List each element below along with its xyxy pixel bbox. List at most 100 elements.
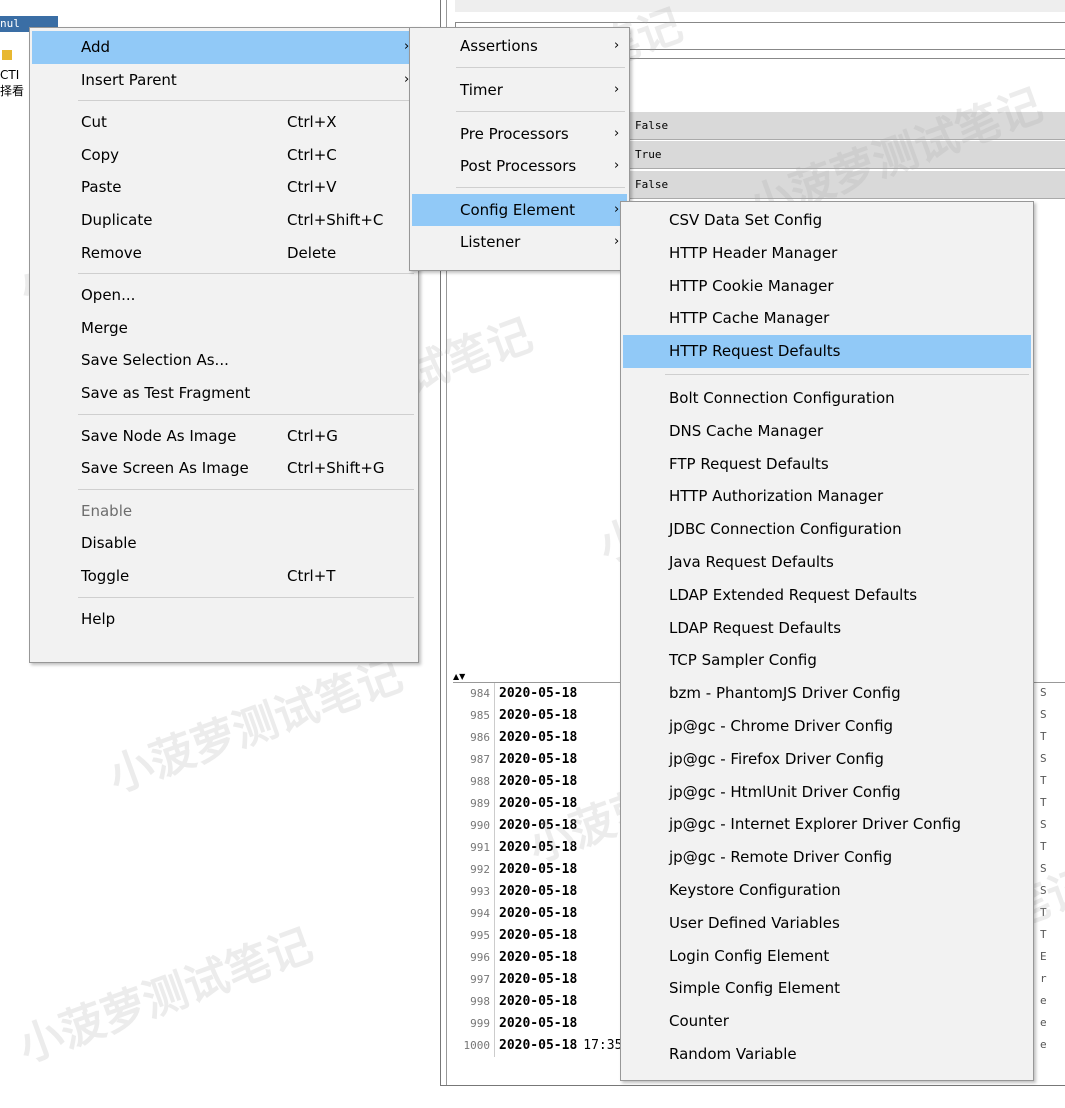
menu-item-label: Pre Processors [460, 125, 569, 143]
menu-item-tcp-sampler-config[interactable]: TCP Sampler Config [623, 644, 1031, 677]
menu-item-timer[interactable]: Timer › [412, 74, 627, 106]
menu-item-ldap-request-defaults[interactable]: LDAP Request Defaults [623, 612, 1031, 645]
menu-separator [78, 488, 414, 490]
menu-item-config-element[interactable]: Config Element › [412, 194, 627, 226]
menu-item-simple-config-element[interactable]: Simple Config Element [623, 972, 1031, 1005]
log-line-number: 996 [453, 947, 495, 969]
menu-item-pre-processors[interactable]: Pre Processors › [412, 118, 627, 150]
menu-item-bolt-connection-configuration[interactable]: Bolt Connection Configuration [623, 382, 1031, 415]
menu-item-jp-gc-internet-explorer-driver-config[interactable]: jp@gc - Internet Explorer Driver Config [623, 808, 1031, 841]
log-line-date: 2020-05-18 [499, 906, 578, 921]
log-overflow-char: S [1040, 708, 1047, 721]
menu-item-label: Toggle [81, 567, 130, 585]
tree-node-label[interactable]: 择看 [0, 84, 30, 98]
menu-item-merge[interactable]: Merge [32, 312, 416, 345]
menu-item-http-request-defaults[interactable]: HTTP Request Defaults [623, 335, 1031, 368]
chevron-right-icon: › [614, 234, 620, 249]
menu-item-save-selection-as[interactable]: Save Selection As... [32, 344, 416, 377]
menu-item-duplicate[interactable]: Duplicate Ctrl+Shift+C [32, 204, 416, 237]
menu-item-java-request-defaults[interactable]: Java Request Defaults [623, 546, 1031, 579]
log-overflow-column: SSTSTTSTSSTTEreee [1040, 682, 1065, 1082]
menu-item-label: HTTP Cookie Manager [669, 276, 834, 295]
log-line-number: 994 [453, 903, 495, 925]
menu-item-jp-gc-firefox-driver-config[interactable]: jp@gc - Firefox Driver Config [623, 743, 1031, 776]
menu-item-label: Help [81, 609, 116, 628]
log-overflow-char: T [1040, 840, 1047, 853]
menu-item-label: HTTP Header Manager [669, 243, 838, 262]
tree-node-label[interactable]: CTI [0, 68, 30, 82]
menu-item-enable[interactable]: Enable [32, 495, 416, 528]
menu-item-label: Merge [81, 318, 128, 337]
chevron-right-icon: › [614, 202, 620, 217]
menu-item-listener[interactable]: Listener › [412, 226, 627, 258]
menu-item-shortcut: Ctrl+T [287, 567, 336, 585]
menu-item-cut[interactable]: Cut Ctrl+X [32, 106, 416, 139]
menu-item-http-header-manager[interactable]: HTTP Header Manager [623, 237, 1031, 270]
menu-item-add[interactable]: Add › [32, 31, 416, 64]
log-overflow-char: S [1040, 686, 1047, 699]
log-line-number: 993 [453, 881, 495, 903]
menu-item-jdbc-connection-configuration[interactable]: JDBC Connection Configuration [623, 513, 1031, 546]
log-line-number: 1000 [453, 1035, 495, 1057]
menu-item-paste[interactable]: Paste Ctrl+V [32, 171, 416, 204]
log-overflow-char: S [1040, 862, 1047, 875]
menu-item-login-config-element[interactable]: Login Config Element [623, 940, 1031, 973]
log-overflow-char: T [1040, 906, 1047, 919]
menu-item-csv-data-set-config[interactable]: CSV Data Set Config [623, 204, 1031, 237]
menu-item-toggle[interactable]: Toggle Ctrl+T [32, 560, 416, 593]
menu-item-save-screen-as-image[interactable]: Save Screen As Image Ctrl+Shift+G [32, 452, 416, 485]
menu-item-copy[interactable]: Copy Ctrl+C [32, 139, 416, 172]
menu-item-jp-gc-chrome-driver-config[interactable]: jp@gc - Chrome Driver Config [623, 710, 1031, 743]
menu-item-open[interactable]: Open... [32, 279, 416, 312]
menu-item-shortcut: Ctrl+Shift+G [287, 459, 385, 478]
menu-item-save-node-as-image[interactable]: Save Node As Image Ctrl+G [32, 420, 416, 453]
menu-item-jp-gc-htmlunit-driver-config[interactable]: jp@gc - HtmlUnit Driver Config [623, 776, 1031, 809]
menu-item-label: Add [81, 38, 111, 56]
menu-item-label: DNS Cache Manager [669, 421, 824, 440]
collapse-arrows-icon[interactable]: ▲▼ [453, 673, 465, 681]
log-line-number: 992 [453, 859, 495, 881]
menu-item-remove[interactable]: Remove Delete [32, 237, 416, 270]
menu-item-save-as-test-fragment[interactable]: Save as Test Fragment [32, 377, 416, 410]
menu-item-disable[interactable]: Disable [32, 527, 416, 560]
menu-item-label: jp@gc - Chrome Driver Config [669, 717, 894, 735]
menu-separator [78, 273, 414, 275]
menu-item-random-variable[interactable]: Random Variable [623, 1038, 1031, 1071]
menu-item-help[interactable]: Help [32, 603, 416, 636]
menu-item-counter[interactable]: Counter [623, 1005, 1031, 1038]
menu-item-label: Duplicate [81, 211, 153, 229]
menu-item-shortcut: Ctrl+V [287, 178, 337, 197]
menu-item-jp-gc-remote-driver-config[interactable]: jp@gc - Remote Driver Config [623, 841, 1031, 874]
table-row[interactable]: False [629, 112, 1065, 140]
menu-item-user-defined-variables[interactable]: User Defined Variables [623, 907, 1031, 940]
menu-item-label: FTP Request Defaults [669, 454, 829, 473]
menu-item-bzm-phantomjs-driver-config[interactable]: bzm - PhantomJS Driver Config [623, 677, 1031, 710]
menu-item-label: Open... [81, 286, 136, 305]
menu-item-assertions[interactable]: Assertions › [412, 30, 627, 62]
menu-item-shortcut: Ctrl+G [287, 426, 338, 445]
log-line-date: 2020-05-18 [499, 708, 578, 723]
menu-item-ldap-extended-request-defaults[interactable]: LDAP Extended Request Defaults [623, 579, 1031, 612]
table-row[interactable]: False [629, 171, 1065, 199]
log-line-number: 998 [453, 991, 495, 1013]
menu-item-label: Assertions [460, 37, 538, 55]
menu-item-keystore-configuration[interactable]: Keystore Configuration [623, 874, 1031, 907]
log-overflow-char: S [1040, 818, 1047, 831]
menu-item-insert-parent[interactable]: Insert Parent › [32, 64, 416, 97]
menu-item-label: Save Screen As Image [81, 459, 249, 478]
log-line-date: 2020-05-18 [499, 928, 578, 943]
menu-item-label: Insert Parent [81, 70, 177, 89]
log-line-number: 988 [453, 771, 495, 793]
menu-item-http-cache-manager[interactable]: HTTP Cache Manager [623, 302, 1031, 335]
menu-item-label: Save Node As Image [81, 426, 237, 445]
log-line-date: 2020-05-18 [499, 862, 578, 877]
log-line-number: 995 [453, 925, 495, 947]
menu-item-http-authorization-manager[interactable]: HTTP Authorization Manager [623, 480, 1031, 513]
menu-item-ftp-request-defaults[interactable]: FTP Request Defaults [623, 448, 1031, 481]
menu-item-label: LDAP Request Defaults [669, 618, 842, 637]
menu-separator [665, 374, 1029, 375]
table-row[interactable]: True [629, 141, 1065, 169]
menu-item-http-cookie-manager[interactable]: HTTP Cookie Manager [623, 270, 1031, 303]
menu-item-post-processors[interactable]: Post Processors › [412, 150, 627, 182]
menu-item-dns-cache-manager[interactable]: DNS Cache Manager [623, 415, 1031, 448]
